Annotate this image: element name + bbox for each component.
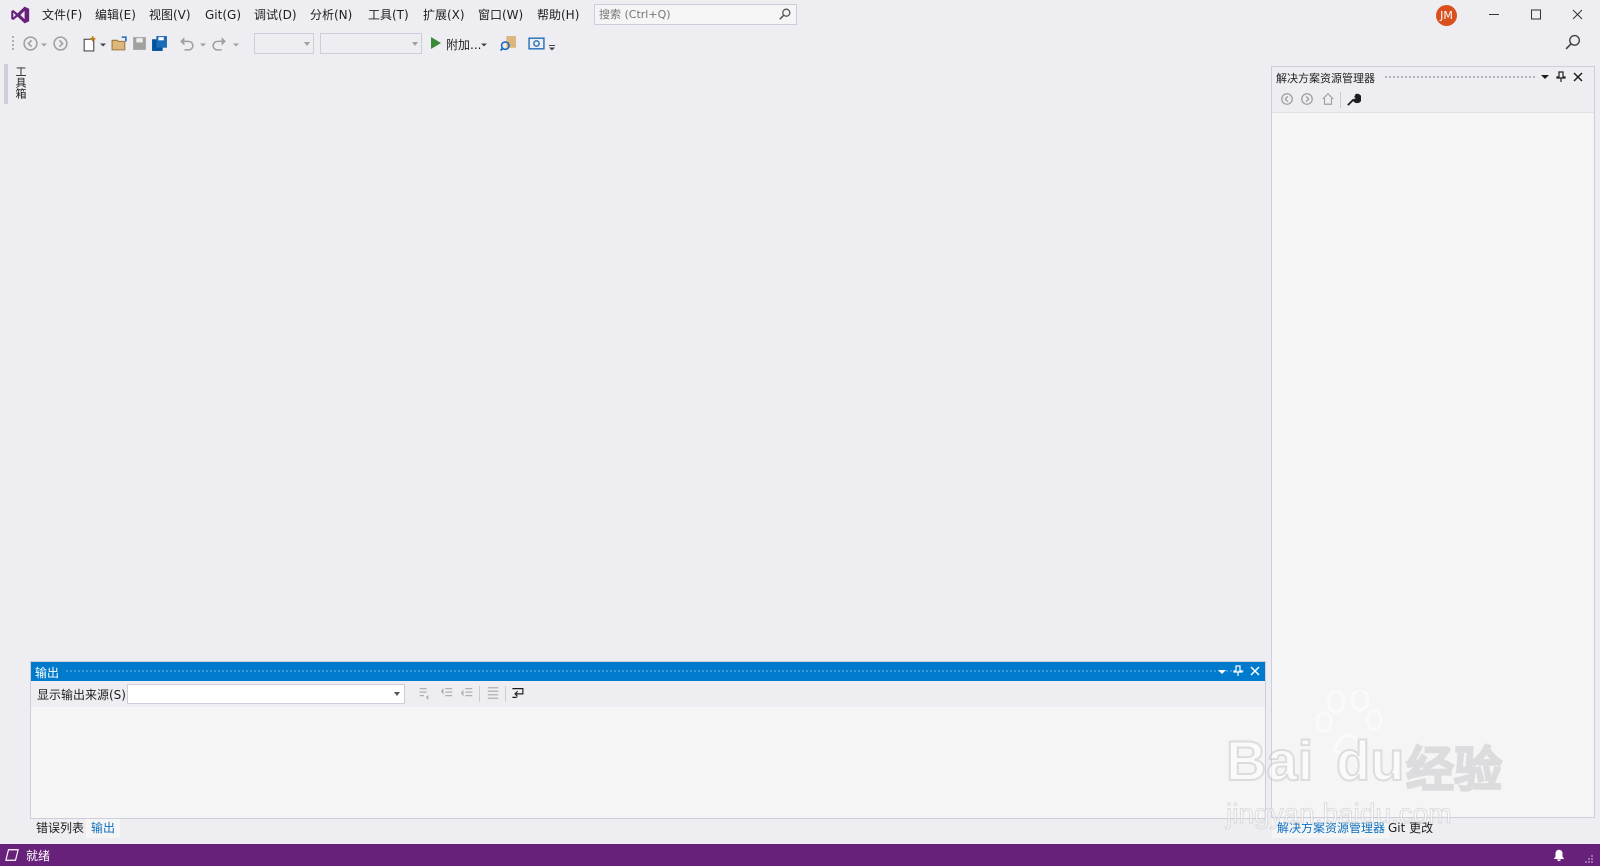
menu-git[interactable]: Git(G) xyxy=(203,6,243,24)
previous-message-icon[interactable] xyxy=(440,686,454,700)
output-header[interactable]: 输出 xyxy=(31,662,1265,681)
chevron-down-icon[interactable] xyxy=(1217,667,1227,677)
configuration-dropdown[interactable] xyxy=(254,33,314,54)
menu-file[interactable]: 文件(F) xyxy=(40,6,84,24)
attach-button-label[interactable]: 附加... xyxy=(446,36,481,53)
solution-explorer-title: 解决方案资源管理器 xyxy=(1276,72,1375,85)
chevron-down-icon[interactable] xyxy=(40,35,48,52)
watermark-jingyan: 经验 xyxy=(1405,741,1503,799)
menu-tools[interactable]: 工具(T) xyxy=(366,6,411,24)
chevron-down-icon xyxy=(304,42,310,46)
output-source-label: 显示输出来源(S): xyxy=(37,688,131,702)
menu-edit[interactable]: 编辑(E) xyxy=(93,6,138,24)
menu-view[interactable]: 视图(V) xyxy=(147,6,193,24)
output-panel: 输出 显示输出来源(S): xyxy=(30,661,1266,819)
toolbar-separator xyxy=(479,686,480,702)
close-icon[interactable] xyxy=(1573,72,1583,82)
undo-icon[interactable] xyxy=(178,35,195,52)
navigate-back-icon[interactable] xyxy=(22,35,39,52)
menu-analyze[interactable]: 分析(N) xyxy=(308,6,354,24)
chevron-down-icon xyxy=(394,692,400,696)
clear-all-icon[interactable] xyxy=(486,686,500,700)
panel-grip xyxy=(65,669,1245,674)
output-toolbar: 显示输出来源(S): xyxy=(31,681,1265,707)
next-message-icon[interactable] xyxy=(460,686,474,700)
feedback-icon[interactable] xyxy=(1565,34,1582,51)
search-icon[interactable] xyxy=(778,7,792,21)
menu-window[interactable]: 窗口(W) xyxy=(476,6,525,24)
search-box[interactable] xyxy=(594,4,797,25)
search-input[interactable] xyxy=(595,5,775,24)
tab-output[interactable]: 输出 xyxy=(86,819,121,838)
word-wrap-icon[interactable] xyxy=(511,686,526,700)
chevron-down-icon[interactable] xyxy=(480,35,488,52)
play-icon[interactable] xyxy=(430,36,442,50)
platform-dropdown[interactable] xyxy=(320,33,422,54)
watermark-brand: Bai xyxy=(1225,728,1314,793)
output-source-dropdown[interactable] xyxy=(127,684,405,704)
find-message-icon[interactable] xyxy=(417,686,431,700)
menu-extensions[interactable]: 扩展(X) xyxy=(421,6,467,24)
chevron-down-icon[interactable] xyxy=(232,35,240,52)
minimize-icon[interactable] xyxy=(1472,0,1516,29)
properties-wrench-icon[interactable] xyxy=(1346,92,1361,107)
chevron-down-icon[interactable] xyxy=(99,35,107,52)
menu-help[interactable]: 帮助(H) xyxy=(535,6,581,24)
watermark-brand-du: du xyxy=(1335,728,1405,793)
toolbar-overflow-icon[interactable] xyxy=(548,35,556,52)
account-avatar[interactable]: JM xyxy=(1436,5,1457,26)
panel-grip xyxy=(1384,75,1536,80)
toolbox-tab[interactable]: 工具箱 xyxy=(4,64,27,104)
status-ready-icon xyxy=(5,849,19,861)
home-icon[interactable] xyxy=(1321,92,1335,106)
close-icon[interactable] xyxy=(1250,666,1260,676)
status-text: 就绪 xyxy=(26,849,51,863)
save-all-icon[interactable] xyxy=(151,35,168,52)
status-bar: 就绪 xyxy=(0,844,1600,866)
close-icon[interactable] xyxy=(1556,0,1600,29)
redo-icon[interactable] xyxy=(211,35,228,52)
save-icon[interactable] xyxy=(131,35,148,52)
navigate-forward-icon[interactable] xyxy=(52,35,69,52)
title-bar: 文件(F) 编辑(E) 视图(V) Git(G) 调试(D) 分析(N) 工具(… xyxy=(0,0,1600,29)
new-project-icon[interactable] xyxy=(81,35,98,52)
toolbar-separator xyxy=(505,686,506,702)
forward-icon[interactable] xyxy=(1300,92,1314,106)
pin-icon[interactable] xyxy=(1556,71,1566,83)
watermark-url: jingyan.baidu.com xyxy=(1226,798,1453,830)
tab-error-list[interactable]: 错误列表 xyxy=(31,819,89,838)
chevron-down-icon[interactable] xyxy=(1540,72,1550,82)
back-icon[interactable] xyxy=(1280,92,1294,106)
maximize-icon[interactable] xyxy=(1514,0,1558,29)
standard-toolbar: 附加... xyxy=(0,29,1600,58)
menu-debug[interactable]: 调试(D) xyxy=(252,6,299,24)
chevron-down-icon[interactable] xyxy=(199,35,207,52)
output-title: 输出 xyxy=(35,666,60,680)
toolbox-tab-label: 工具箱 xyxy=(14,66,27,99)
pin-icon[interactable] xyxy=(1233,665,1243,677)
notification-bell-icon[interactable] xyxy=(1552,848,1566,862)
visual-studio-logo-icon[interactable] xyxy=(9,5,31,25)
screenshot-icon[interactable] xyxy=(528,35,545,52)
resize-grip-icon[interactable] xyxy=(1584,854,1594,864)
baidu-jingyan-watermark: Bai du 经验 jingyan.baidu.com xyxy=(1225,690,1526,840)
open-file-icon[interactable] xyxy=(111,35,128,52)
toolbar-grip-icon[interactable] xyxy=(10,35,16,53)
chevron-down-icon xyxy=(412,42,418,46)
toolbar-separator xyxy=(1340,92,1341,108)
find-in-files-icon[interactable] xyxy=(500,35,517,52)
solution-explorer-header[interactable]: 解决方案资源管理器 xyxy=(1272,67,1594,87)
solution-explorer-toolbar xyxy=(1272,87,1594,113)
